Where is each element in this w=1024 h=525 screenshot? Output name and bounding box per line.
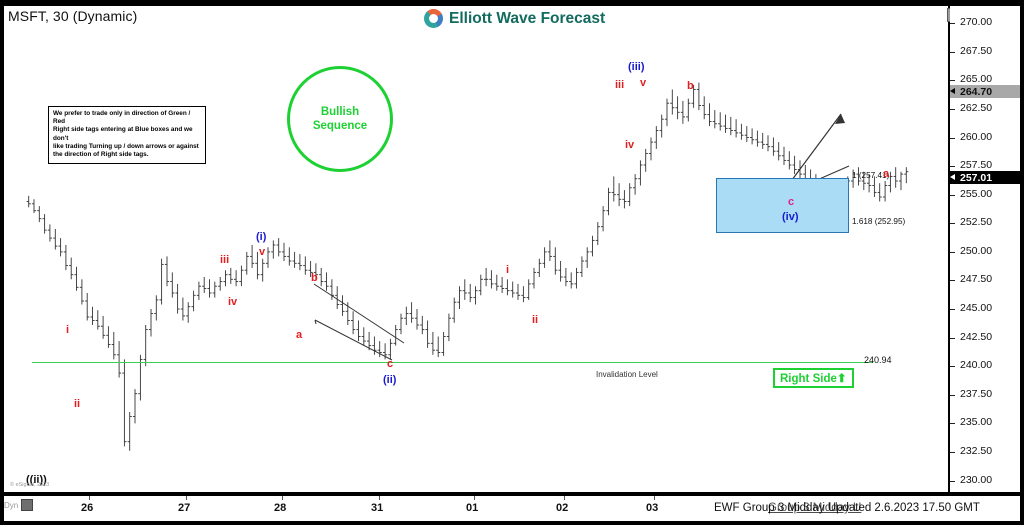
footer-update-text: EWF Group 3 Midday Updated 2.6.2023 17.5…	[714, 502, 980, 514]
wave-label-iv: (iv)	[782, 211, 799, 223]
right-side-up-arrow-icon: ⬆	[836, 373, 847, 385]
wave-label-v-5: v	[259, 246, 266, 258]
time-axis-tick	[474, 496, 475, 500]
price-axis-tick	[950, 423, 955, 425]
price-axis-label: 270.00	[960, 16, 993, 29]
price-axis-label: 245.00	[960, 302, 993, 314]
price-axis-label: 230.00	[960, 473, 993, 486]
price-axis-label: 232.50	[960, 445, 993, 457]
time-axis-tick	[654, 496, 655, 500]
time-axis-label: 01	[466, 502, 479, 514]
wave-label-iv-14: iv	[625, 139, 635, 151]
price-axis-tick	[950, 51, 955, 53]
brand-name: Elliott Wave Forecast	[449, 9, 606, 27]
time-axis-tick	[89, 496, 90, 500]
page-title: MSFT, 30 (Dynamic)	[8, 8, 138, 24]
price-axis-tick	[950, 166, 955, 168]
price-axis-label: 250.00	[960, 244, 993, 257]
price-axis-label: 255.00	[960, 187, 993, 200]
price-axis-label: 235.00	[960, 416, 993, 429]
ewf-swirl-logo-icon	[424, 9, 443, 28]
price-axis-tick	[950, 309, 955, 310]
wave-label-v-15: v	[640, 77, 647, 89]
time-axis-tick	[379, 496, 380, 500]
price-axis-tick	[950, 223, 955, 225]
price-axis[interactable]: 270.00 267.50 265.00 262.50 260.00 257.50 255.…	[950, 6, 1020, 492]
wave-label-c-iv: c	[788, 196, 795, 208]
wave-label-a-7: a	[296, 329, 303, 341]
price-axis-label: 240.00	[960, 359, 993, 372]
wave-label-ii-2: ii	[74, 398, 81, 410]
price-chart-plot[interactable]: 1 (257.41) 1.618 (252.95) c (iv) Invalid…	[4, 6, 948, 492]
disclaimer-line-2: Right side tags entering at Blue boxes a…	[53, 126, 193, 142]
bullish-sequence-badge: Bullish Sequence	[287, 66, 393, 172]
price-axis-tick	[950, 194, 955, 196]
time-axis-label: 27	[178, 502, 191, 514]
disclaimer-line-4: the direction of Right side tags.	[53, 151, 149, 159]
wave-label-iii-16: (iii)	[628, 61, 645, 73]
price-axis-label: 247.50	[960, 273, 993, 286]
price-axis-label: 265.00	[960, 73, 993, 86]
price-axis-tick	[950, 366, 955, 368]
invalidation-line	[32, 362, 873, 363]
time-axis-tick	[282, 496, 283, 500]
invalidation-label: Invalidation Level	[596, 370, 658, 379]
disclaimer-note: We prefer to trade only in direction of …	[48, 106, 206, 165]
price-axis-label: 262.50	[960, 101, 993, 114]
price-axis-tick	[950, 108, 955, 110]
wave-label-i-1: i	[66, 324, 70, 336]
price-axis-label: 260.00	[960, 130, 993, 143]
right-side-tag: Right Side⬆	[773, 368, 854, 388]
price-axis-label: 257.50	[960, 159, 993, 172]
time-axis-label: 02	[556, 502, 569, 514]
bluebox-bottom-label: 1.618 (252.95)	[852, 217, 906, 226]
dynamic-mode-icon[interactable]	[21, 499, 34, 511]
time-axis[interactable]: 26 27 28 31 01 02 03 Group 3 Midday U EWF Grou…	[4, 496, 1020, 521]
time-axis-label: 26	[81, 502, 94, 514]
price-axis-tick	[950, 137, 955, 139]
brand-logo: Elliott Wave Forecast	[424, 9, 605, 28]
price-axis-tick	[950, 394, 955, 396]
time-axis-tick	[564, 496, 565, 500]
price-axis-tick	[950, 80, 955, 82]
wave-label-iv-4: iv	[228, 296, 238, 308]
dyn-label: Dyn	[4, 500, 19, 510]
wave-label-iii-3: iii	[220, 254, 230, 266]
price-axis-label: 242.50	[960, 330, 993, 343]
invalidation-price: 240.94	[864, 355, 892, 365]
right-side-tag-label: Right Side	[780, 373, 837, 385]
time-axis-label: 03	[646, 502, 659, 514]
wave-label-i-11: i	[506, 264, 510, 276]
esignal-copyright: © eSignal, 2023	[10, 482, 50, 488]
wave-label-c-9: c	[387, 358, 394, 370]
high-price-marker: 264.70	[950, 85, 1020, 98]
blue-box-zone	[716, 178, 849, 233]
price-axis-tick	[950, 280, 955, 282]
trendline-overlays	[313, 113, 850, 361]
chart-window: 1 (257.41) 1.618 (252.95) c (iv) Invalid…	[0, 0, 1024, 525]
price-axis-label: 252.50	[960, 216, 993, 229]
price-axis-tick	[950, 23, 955, 25]
wave-label-i-6: (i)	[256, 231, 267, 243]
disclaimer-line-1: We prefer to trade only in direction of …	[53, 110, 191, 126]
wave-label-ii-12: ii	[532, 314, 539, 326]
price-axis-tick	[950, 251, 955, 253]
wave-label-iii-13: iii	[615, 79, 625, 91]
price-axis-tick	[950, 480, 955, 482]
last-price-marker: 257.01	[950, 171, 1020, 184]
disclaimer-line-3: like trading Turning up / down arrows or…	[53, 142, 199, 150]
dynamic-mode-indicator[interactable]: Dyn	[4, 499, 34, 511]
price-axis-tick	[950, 452, 955, 453]
time-axis-label: 31	[371, 502, 384, 514]
price-axis-label: 267.50	[960, 44, 993, 57]
price-axis-label: 237.50	[960, 387, 993, 400]
price-axis-tick	[950, 337, 955, 339]
wave-label-a-17: a	[883, 168, 890, 180]
time-axis-tick	[186, 496, 187, 500]
bullish-sequence-text: Bullish Sequence	[312, 106, 368, 132]
time-axis-label: 28	[274, 502, 287, 514]
wave-label-b-18: b	[687, 80, 694, 92]
wave-label-ii-10: (ii)	[383, 374, 397, 386]
wave-label-b-8: b	[311, 272, 318, 284]
